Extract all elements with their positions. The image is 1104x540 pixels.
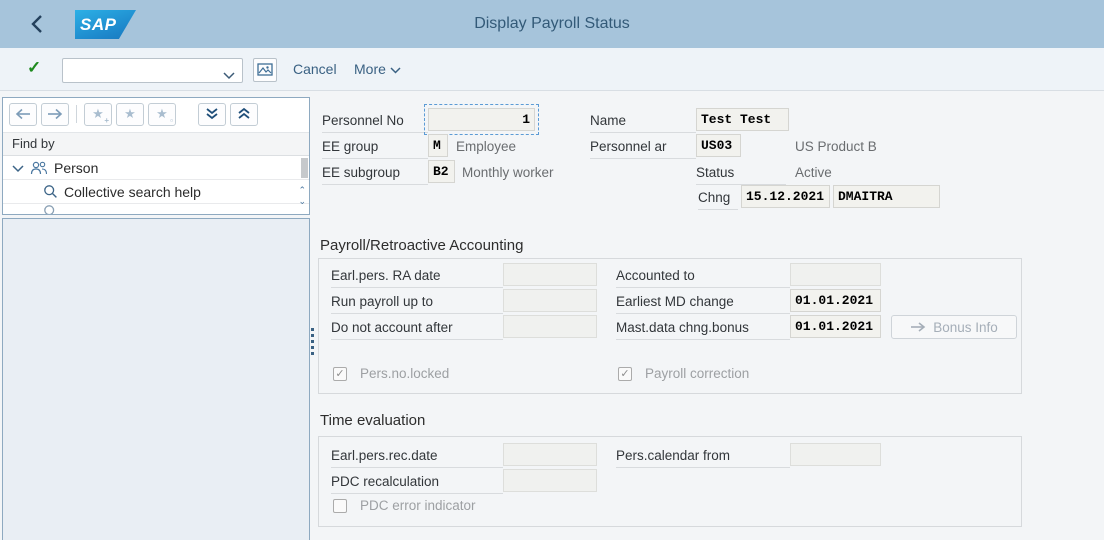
run-payroll-up-to-field[interactable] bbox=[503, 289, 597, 312]
pers-no-locked-label: Pers.no.locked bbox=[360, 366, 450, 381]
sidebar-item-clipped[interactable] bbox=[3, 204, 309, 214]
pers-calendar-from-label: Pers.calendar from bbox=[616, 445, 790, 468]
ee-group-field[interactable]: M bbox=[428, 134, 448, 157]
chng-label: Chng bbox=[698, 187, 738, 210]
star-add-icon: ★ bbox=[92, 106, 104, 121]
pdc-recalculation-field[interactable] bbox=[503, 469, 597, 492]
personnel-area-label: Personnel ar bbox=[590, 136, 696, 159]
name-field[interactable]: Test Test bbox=[696, 108, 789, 131]
pers-calendar-from-field[interactable] bbox=[790, 443, 881, 466]
earl-pers-ra-date-label: Earl.pers. RA date bbox=[331, 265, 503, 288]
arrow-left-icon bbox=[15, 108, 30, 120]
arrow-right-icon bbox=[911, 322, 926, 332]
back-icon[interactable] bbox=[26, 12, 50, 36]
payroll-section-title: Payroll/Retroactive Accounting bbox=[320, 237, 524, 254]
ee-subgroup-field[interactable]: B2 bbox=[428, 160, 455, 183]
delete-favorite-button[interactable]: ★ ▫ bbox=[148, 102, 176, 126]
payroll-groupbox: Earl.pers. RA date Accounted to Run payr… bbox=[318, 258, 1022, 394]
star-remove-icon: ★ bbox=[156, 106, 168, 121]
search-icon bbox=[44, 185, 57, 198]
name-label: Name bbox=[590, 110, 696, 133]
collapse-all-button[interactable] bbox=[230, 102, 258, 126]
chevron-down-icon bbox=[390, 48, 401, 91]
main-content: Personnel No 1 EE group M Employee EE su… bbox=[316, 97, 1104, 540]
toolbar-separator bbox=[76, 105, 77, 123]
ee-subgroup-desc: Monthly worker bbox=[462, 165, 554, 180]
accounted-to-label: Accounted to bbox=[616, 265, 790, 288]
add-favorite-button[interactable]: ★ + bbox=[84, 102, 112, 126]
sidebar-item-collective-search-help[interactable]: Collective search help bbox=[3, 180, 309, 204]
mast-data-chng-bonus-label: Mast.data chng.bonus bbox=[616, 317, 790, 340]
pdc-error-indicator-checkbox[interactable] bbox=[333, 499, 347, 513]
chevron-down-icon[interactable] bbox=[12, 160, 24, 176]
earl-pers-rec-date-label: Earl.pers.rec.date bbox=[331, 445, 503, 468]
pdc-recalculation-label: PDC recalculation bbox=[331, 471, 503, 494]
nav-forward-button[interactable] bbox=[41, 102, 69, 126]
payroll-correction-checkbox[interactable]: ✓ bbox=[618, 367, 632, 381]
personnel-no-field[interactable]: 1 bbox=[428, 108, 535, 131]
find-by-header: Find by bbox=[3, 132, 309, 156]
personnel-area-desc: US Product B bbox=[795, 139, 877, 154]
tree-scrollbar-thumb[interactable] bbox=[301, 158, 308, 178]
tree-item-label: Collective search help bbox=[64, 183, 201, 200]
person-group-icon bbox=[30, 161, 48, 174]
scroll-up-icon[interactable]: ⌃ bbox=[298, 186, 306, 195]
status-label: Status bbox=[696, 162, 786, 185]
chevron-down-icon[interactable] bbox=[223, 67, 235, 85]
confirm-check-icon[interactable]: ✓ bbox=[27, 58, 41, 78]
personnel-no-label: Personnel No bbox=[322, 110, 428, 133]
earliest-md-change-field[interactable]: 01.01.2021 bbox=[790, 289, 881, 312]
personnel-area-field[interactable]: US03 bbox=[696, 134, 741, 157]
double-chevron-up-icon bbox=[238, 107, 250, 119]
accounted-to-field[interactable] bbox=[790, 263, 881, 286]
double-chevron-down-icon bbox=[206, 108, 218, 120]
toolbar: ✓ Cancel More bbox=[0, 48, 1104, 91]
tree-item-label: Person bbox=[54, 159, 99, 176]
pdc-error-indicator-label: PDC error indicator bbox=[360, 498, 476, 513]
cancel-button[interactable]: Cancel bbox=[293, 48, 337, 91]
nav-back-button[interactable] bbox=[9, 102, 37, 126]
earl-pers-ra-date-field[interactable] bbox=[503, 263, 597, 286]
bonus-info-button[interactable]: Bonus Info bbox=[891, 315, 1017, 339]
chng-date-field[interactable]: 15.12.2021 bbox=[741, 185, 830, 208]
search-icon bbox=[44, 204, 55, 214]
status-value: Active bbox=[795, 165, 832, 180]
command-combobox[interactable] bbox=[62, 58, 243, 83]
search-helper-panel: ★ + ★ ★ ▫ Find by Person Collective search… bbox=[2, 97, 310, 215]
image-icon bbox=[257, 63, 273, 76]
pers-no-locked-checkbox[interactable]: ✓ bbox=[333, 367, 347, 381]
sidebar-item-person[interactable]: Person bbox=[3, 156, 309, 180]
expand-all-button[interactable] bbox=[198, 102, 226, 126]
ee-group-label: EE group bbox=[322, 136, 428, 159]
favorites-button[interactable]: ★ bbox=[116, 102, 144, 126]
star-icon: ★ bbox=[124, 106, 136, 121]
payroll-correction-label: Payroll correction bbox=[645, 366, 750, 381]
bonus-info-label: Bonus Info bbox=[933, 319, 998, 335]
titlebar: Display Payroll Status SAP bbox=[0, 0, 1104, 48]
earl-pers-rec-date-field[interactable] bbox=[503, 443, 597, 466]
splitter-handle-icon[interactable] bbox=[311, 328, 314, 355]
do-not-account-after-field[interactable] bbox=[503, 315, 597, 338]
screenshot-button[interactable] bbox=[253, 58, 277, 82]
chng-user-field[interactable]: DMAITRA bbox=[833, 185, 940, 208]
ee-subgroup-label: EE subgroup bbox=[322, 162, 428, 185]
ee-group-desc: Employee bbox=[456, 139, 517, 154]
time-groupbox: Earl.pers.rec.date Pers.calendar from PD… bbox=[318, 436, 1022, 527]
sidebar-toolbar: ★ + ★ ★ ▫ bbox=[3, 98, 309, 130]
command-input[interactable] bbox=[65, 60, 217, 81]
scroll-down-icon[interactable]: ⌄ bbox=[298, 197, 306, 206]
run-payroll-up-to-label: Run payroll up to bbox=[331, 291, 503, 314]
search-result-panel bbox=[2, 218, 310, 540]
mast-data-chng-bonus-field[interactable]: 01.01.2021 bbox=[790, 315, 881, 338]
do-not-account-after-label: Do not account after bbox=[331, 317, 503, 340]
more-label: More bbox=[354, 61, 386, 77]
time-section-title: Time evaluation bbox=[320, 412, 426, 429]
arrow-right-icon bbox=[48, 108, 63, 120]
more-button[interactable]: More bbox=[354, 48, 401, 91]
page-title: Display Payroll Status bbox=[474, 15, 630, 32]
earliest-md-change-label: Earliest MD change bbox=[616, 291, 790, 314]
